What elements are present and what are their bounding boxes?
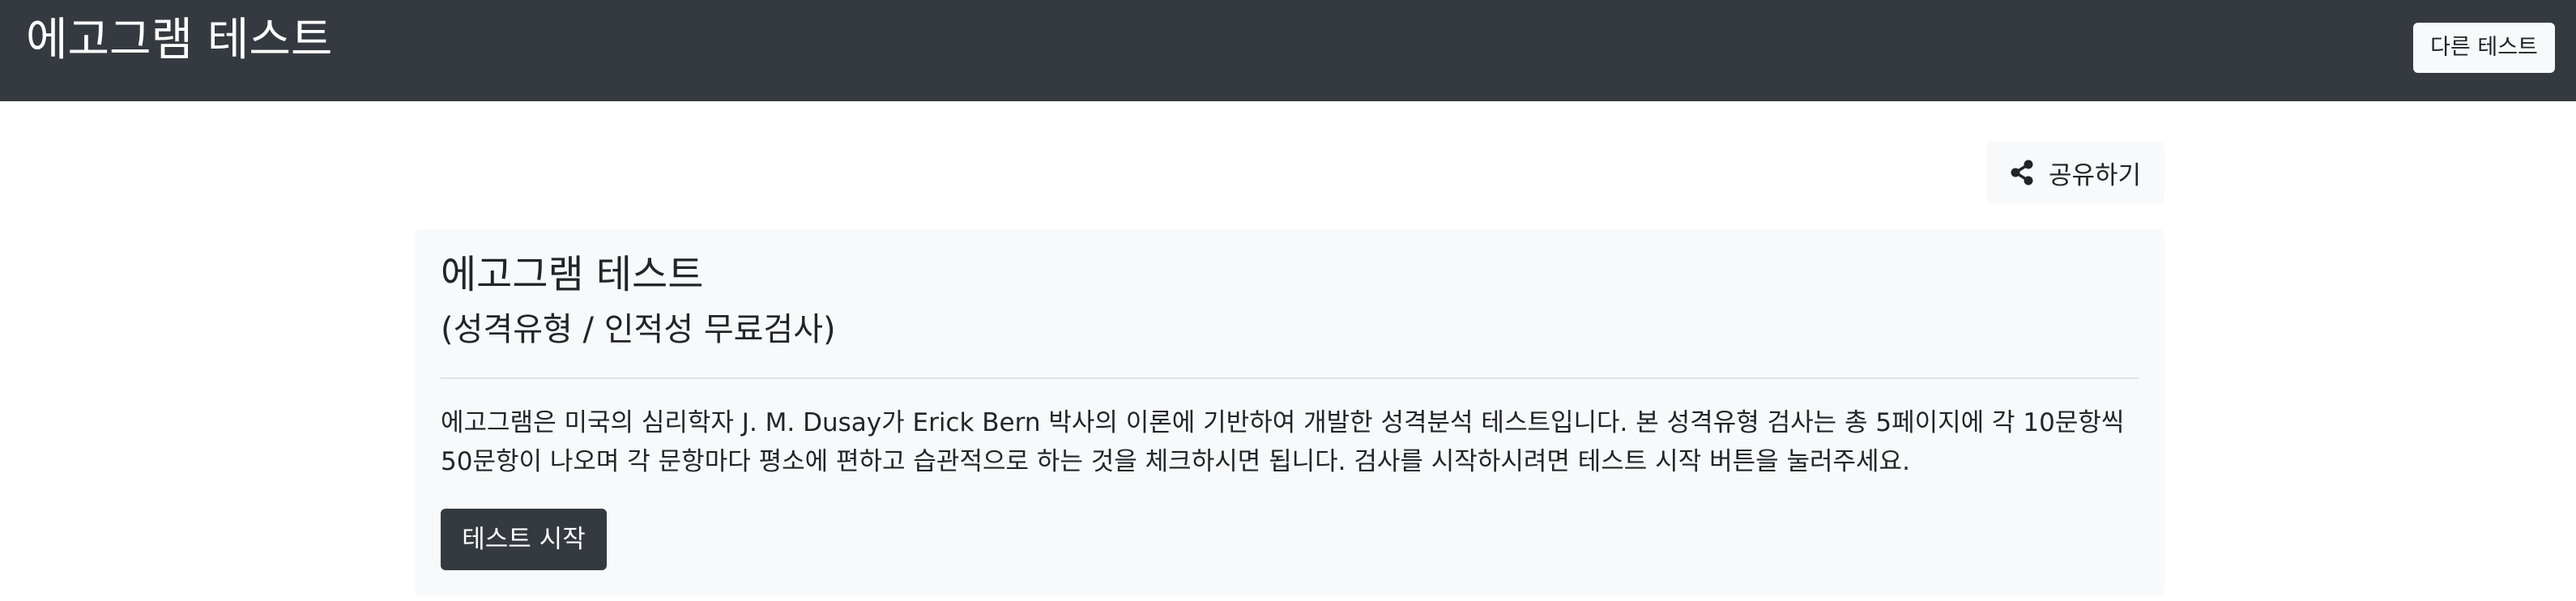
share-label: 공유하기 [2048,160,2142,190]
test-intro-card: 에고그램 테스트 (성격유형 / 인적성 무료검사) 에고그램은 미국의 심리학… [415,229,2164,595]
other-test-button[interactable]: 다른 테스트 [2413,23,2555,73]
card-description: 에고그램은 미국의 심리학자 J. M. Dusay가 Erick Bern 박… [441,408,2125,476]
top-navbar: 에고그램 테스트 다른 테스트 [0,0,2576,101]
start-test-button[interactable]: 테스트 시작 [441,509,607,570]
share-button[interactable]: 공유하기 [1986,142,2164,203]
card-title: 에고그램 테스트 [441,252,704,297]
brand-title[interactable]: 에고그램 테스트 [26,10,332,71]
card-subtitle: (성격유형 / 인적성 무료검사) [441,311,836,348]
card-divider [441,377,2139,379]
share-icon [2010,160,2034,185]
